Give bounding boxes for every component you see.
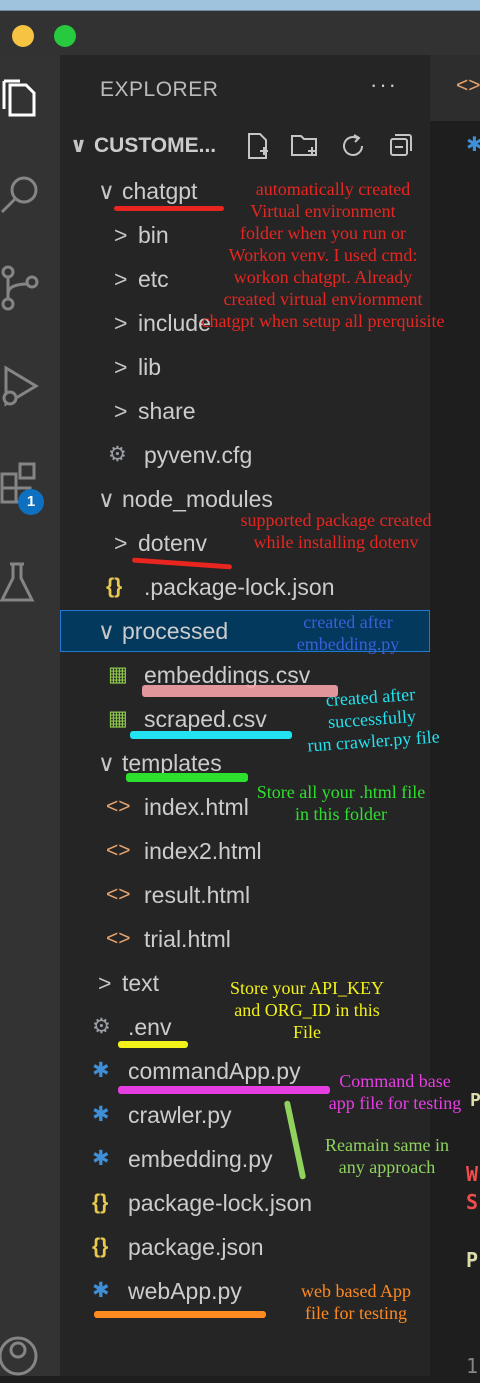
tree-item-lib[interactable]: > lib [114, 352, 161, 382]
annotation-dotenv: supported package created while installi… [240, 510, 432, 552]
gear-icon: ⚙ [92, 1015, 111, 1038]
editor-text-fragment: S [466, 1190, 479, 1214]
chevron-right-icon: > [114, 266, 128, 292]
html-code-icon: <> [106, 927, 131, 950]
chevron-right-icon: > [114, 222, 128, 248]
files-icon[interactable] [0, 75, 48, 123]
tree-item-scraped-csv[interactable]: scraped.csv [144, 704, 267, 734]
annotation-web: web based App file for testing [301, 1281, 411, 1323]
explorer-title: EXPLORER [100, 78, 219, 101]
python-icon: ✱ [92, 1279, 110, 1302]
editor-tab-code-icon[interactable]: <> [456, 74, 480, 98]
search-icon[interactable] [0, 170, 48, 218]
html-code-icon: <> [106, 839, 131, 862]
annotation-env: Store your API_KEY and ORG_ID in this Fi… [230, 978, 384, 1042]
new-file-icon[interactable] [246, 132, 272, 165]
tree-item-webapp-py[interactable]: webApp.py [128, 1276, 242, 1306]
chevron-down-icon: ∨ [98, 178, 115, 204]
tree-item-crawler-py[interactable]: crawler.py [128, 1100, 232, 1130]
run-debug-icon[interactable] [0, 362, 48, 410]
tree-item-package-lock-json[interactable]: package-lock.json [128, 1188, 312, 1218]
chevron-down-icon: ∨ [98, 486, 115, 512]
close-window-button[interactable] [12, 25, 34, 47]
line-number: 1 [466, 1354, 479, 1378]
new-folder-icon[interactable] [290, 132, 320, 165]
tree-item-index2-html[interactable]: index2.html [144, 836, 262, 866]
annotation-processed: created after embedding.py [296, 612, 400, 654]
csv-table-icon: ▦ [108, 707, 128, 730]
editor-text-fragment: P [466, 1248, 479, 1272]
tree-item-pyvenv-cfg[interactable]: pyvenv.cfg [144, 440, 252, 470]
gear-icon: ⚙ [108, 443, 127, 466]
python-icon: ✱ [92, 1059, 110, 1082]
chevron-down-icon: ∨ [70, 134, 88, 157]
chevron-down-icon: ∨ [98, 750, 115, 776]
magenta-underline-mark [118, 1086, 330, 1094]
tree-item-package-json[interactable]: package.json [128, 1232, 264, 1262]
python-icon: ✱ [92, 1103, 110, 1126]
tree-item-commandapp-py[interactable]: commandApp.py [128, 1056, 301, 1086]
tree-item-etc[interactable]: > etc [114, 264, 169, 294]
annotation-templates: Store all your .html file in this folder [256, 782, 426, 824]
zoom-window-button[interactable] [54, 25, 76, 47]
json-braces-icon: {} [106, 575, 123, 598]
workspace-name: CUSTOME... [94, 134, 217, 157]
json-braces-icon: {} [92, 1191, 109, 1214]
collapse-all-icon[interactable] [388, 132, 416, 165]
chevron-right-icon: > [114, 398, 128, 424]
html-code-icon: <> [106, 883, 131, 906]
tree-item-env[interactable]: .env [128, 1012, 171, 1042]
tree-item-bin[interactable]: > bin [114, 220, 169, 250]
chevron-right-icon: > [114, 530, 128, 556]
annotation-chatgpt: automatically created Virtual environmen… [201, 179, 445, 331]
tree-item-processed[interactable]: ∨ processed [98, 616, 228, 646]
tree-item-trial-html[interactable]: trial.html [144, 924, 231, 954]
chevron-right-icon: > [114, 310, 128, 336]
tree-item-text[interactable]: > text [98, 968, 159, 998]
flask-icon[interactable] [0, 560, 48, 608]
yellow-underline-mark [118, 1041, 188, 1048]
cyan-underline-mark [130, 731, 292, 739]
orange-underline-mark [94, 1311, 266, 1318]
activity-bar [0, 55, 60, 1376]
chevron-right-icon: > [114, 354, 128, 380]
tree-item-dotenv[interactable]: > dotenv [114, 528, 207, 558]
extensions-badge: 1 [18, 489, 44, 515]
chevron-down-icon: ∨ [98, 618, 115, 644]
top-strip [0, 0, 480, 11]
tree-item-package-lock-hidden[interactable]: .package-lock.json [144, 572, 335, 602]
breadcrumb-python-icon: ✱ [466, 134, 480, 156]
source-control-icon[interactable] [0, 264, 48, 312]
account-icon[interactable] [0, 1330, 48, 1378]
more-actions-icon[interactable]: ··· [370, 72, 398, 98]
annotation-remain: Reamain same in any approach [325, 1135, 449, 1177]
html-code-icon: <> [106, 795, 131, 818]
tree-item-result-html[interactable]: result.html [144, 880, 250, 910]
chevron-right-icon: > [98, 970, 112, 996]
tree-item-share[interactable]: > share [114, 396, 196, 426]
json-braces-icon: {} [92, 1235, 109, 1258]
csv-table-icon: ▦ [108, 663, 128, 686]
python-icon: ✱ [92, 1147, 110, 1170]
annotation-csv: created after successfully run crawler.p… [306, 683, 441, 756]
annotation-command: Command base app file for testing [328, 1071, 462, 1113]
refresh-icon[interactable] [340, 132, 368, 165]
tree-item-embedding-py[interactable]: embedding.py [128, 1144, 273, 1174]
workspace-header[interactable]: ∨ CUSTOME... [70, 131, 216, 161]
